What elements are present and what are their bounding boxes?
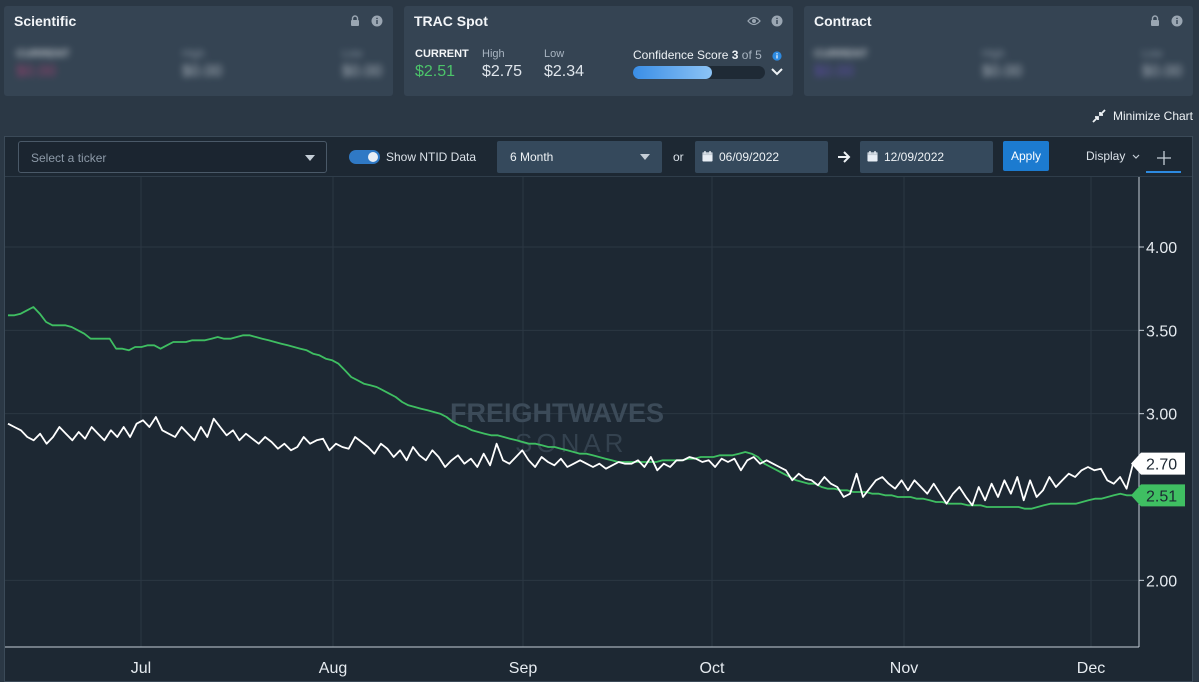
series-end-label: 2.51 bbox=[1131, 484, 1185, 507]
minimize-chart-label: Minimize Chart bbox=[1112, 109, 1193, 123]
x-tick-label: Jul bbox=[131, 660, 151, 677]
confidence-value: 3 bbox=[731, 48, 739, 62]
lock-icon[interactable] bbox=[349, 15, 361, 27]
high-stat: High $0.00 bbox=[982, 48, 1022, 81]
stat-label: Low bbox=[1142, 48, 1163, 60]
stat-label: Low bbox=[342, 48, 363, 60]
end-date-input[interactable]: 12/09/2022 bbox=[860, 141, 993, 173]
confidence-label: Confidence Score bbox=[633, 48, 729, 62]
minimize-arrows-icon bbox=[1092, 109, 1106, 123]
watermark: FREIGHTWAVES SONAR bbox=[450, 398, 664, 458]
info-icon[interactable] bbox=[1171, 15, 1183, 27]
chevron-down-icon[interactable] bbox=[771, 68, 783, 76]
card-title: Scientific bbox=[14, 13, 77, 29]
eye-icon[interactable] bbox=[747, 15, 761, 27]
low-stat: Low $2.34 bbox=[544, 48, 584, 81]
info-icon[interactable] bbox=[371, 15, 383, 27]
range-value: 6 Month bbox=[510, 150, 554, 164]
calendar-icon bbox=[867, 151, 878, 162]
caret-down-icon bbox=[305, 155, 315, 161]
current-stat: CURRENT $0.00 bbox=[16, 48, 70, 81]
crosshair-icon bbox=[1157, 151, 1171, 165]
display-label: Display bbox=[1086, 149, 1126, 163]
label-tag-text: 2.51 bbox=[1146, 488, 1177, 505]
y-tick-label: 2.00 bbox=[1146, 573, 1177, 590]
y-tick-label: 3.00 bbox=[1146, 407, 1177, 424]
confidence-bar bbox=[633, 66, 765, 79]
minimize-chart-button[interactable]: Minimize Chart bbox=[1091, 108, 1193, 124]
start-date-input[interactable]: 06/09/2022 bbox=[695, 141, 828, 173]
end-date-value: 12/09/2022 bbox=[884, 150, 945, 164]
x-tick-label: Nov bbox=[890, 660, 918, 677]
card-title: TRAC Spot bbox=[414, 13, 488, 29]
chart-toolbar: Select a ticker Show NTID Data 6 Month o… bbox=[5, 137, 1192, 177]
calendar-icon bbox=[702, 151, 713, 162]
caret-down-icon bbox=[640, 154, 650, 160]
stat-value: $0.00 bbox=[182, 63, 223, 80]
ticker-select[interactable]: Select a ticker bbox=[18, 141, 327, 173]
stat-label: CURRENT bbox=[814, 48, 868, 60]
start-date-value: 06/09/2022 bbox=[719, 150, 780, 164]
or-label: or bbox=[673, 150, 684, 164]
scientific-card: Scientific CURRENT $0.00 High $0.00 Low … bbox=[4, 6, 393, 96]
contract-card: Contract CURRENT $0.00 High $0.00 Low $0… bbox=[804, 6, 1193, 96]
current-stat: CURRENT $0.00 bbox=[814, 48, 868, 81]
arrow-right-icon bbox=[838, 151, 851, 163]
stat-label: High bbox=[482, 48, 505, 60]
label-tag-text: 2.70 bbox=[1146, 457, 1177, 474]
ntid-toggle[interactable] bbox=[349, 150, 380, 164]
stat-label: CURRENT bbox=[16, 48, 70, 60]
y-tick-label: 4.00 bbox=[1146, 240, 1177, 257]
display-dropdown[interactable]: Display bbox=[1086, 149, 1140, 163]
info-icon[interactable] bbox=[771, 15, 783, 27]
low-value: $2.34 bbox=[544, 63, 585, 80]
watermark-line1: FREIGHTWAVES bbox=[450, 398, 664, 428]
y-tick-label: 3.50 bbox=[1146, 323, 1177, 340]
stat-label: High bbox=[982, 48, 1005, 60]
confidence-of: of 5 bbox=[741, 48, 762, 62]
x-tick-label: Sep bbox=[509, 660, 538, 677]
stat-value: $0.00 bbox=[342, 63, 383, 80]
stat-label: CURRENT bbox=[415, 48, 469, 60]
high-stat: High $2.75 bbox=[482, 48, 522, 81]
series-end-label: 2.70 bbox=[1131, 452, 1185, 475]
stat-value: $0.00 bbox=[814, 63, 855, 80]
ntid-label: Show NTID Data bbox=[386, 150, 477, 164]
stat-label: High bbox=[182, 48, 205, 60]
low-stat: Low $0.00 bbox=[1142, 48, 1182, 81]
current-value: $2.51 bbox=[415, 63, 456, 80]
high-stat: High $0.00 bbox=[182, 48, 222, 81]
range-select[interactable]: 6 Month bbox=[497, 141, 662, 173]
apply-button[interactable]: Apply bbox=[1003, 141, 1049, 171]
stat-value: $0.00 bbox=[1142, 63, 1183, 80]
card-title: Contract bbox=[814, 13, 872, 29]
chevron-down-icon bbox=[1132, 154, 1140, 160]
confidence-score: Confidence Score 3 of 5 bbox=[633, 48, 762, 62]
lock-icon[interactable] bbox=[1149, 15, 1161, 27]
ticker-placeholder: Select a ticker bbox=[31, 151, 107, 165]
x-tick-label: Aug bbox=[319, 660, 347, 677]
line-chart[interactable]: FREIGHTWAVES SONAR Jul Aug Sep Oct Nov Dec 4.0… bbox=[5, 177, 1192, 681]
confidence-bar-fill bbox=[633, 66, 713, 79]
crosshair-button[interactable] bbox=[1146, 143, 1181, 173]
x-tick-label: Oct bbox=[700, 660, 725, 677]
low-stat: Low $0.00 bbox=[342, 48, 382, 81]
stat-value: $0.00 bbox=[16, 63, 57, 80]
info-icon[interactable] bbox=[772, 51, 782, 61]
x-tick-label: Dec bbox=[1077, 660, 1105, 677]
high-value: $2.75 bbox=[482, 63, 523, 80]
trac-spot-card: TRAC Spot CURRENT $2.51 High $2.75 Low $… bbox=[404, 6, 793, 96]
stat-value: $0.00 bbox=[982, 63, 1023, 80]
chart-panel: Select a ticker Show NTID Data 6 Month o… bbox=[4, 136, 1193, 682]
current-stat: CURRENT $2.51 bbox=[415, 48, 469, 81]
stat-label: Low bbox=[544, 48, 565, 60]
